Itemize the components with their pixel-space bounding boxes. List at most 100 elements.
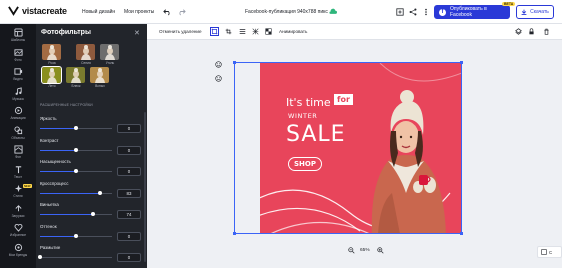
nav-item-8[interactable]: Текст [0, 165, 36, 184]
filter-preview-image [42, 67, 61, 83]
redo-icon[interactable] [177, 7, 186, 16]
favorites-icon [14, 224, 22, 232]
slider-value-input[interactable]: 0 [117, 167, 141, 176]
objects-icon [13, 125, 22, 134]
filter-label: Вспых [95, 84, 105, 88]
panel-title: Фотофильтры [41, 29, 91, 36]
my-projects-link[interactable]: Мои проекты [124, 9, 154, 15]
filter-thumbnail[interactable] [66, 67, 85, 83]
templates-icon [13, 28, 23, 37]
pages-button[interactable]: С [537, 246, 562, 258]
filter-label: Лето [48, 84, 56, 88]
resize-handle-tr[interactable] [460, 61, 463, 64]
resize-handle-bl[interactable] [233, 232, 236, 235]
filter-label: Уголь [105, 61, 115, 65]
photo-filters-panel: Фотофильтры ✕ РАСШИРЕННЫЕ НАСТРОЙКИ Роза… [36, 24, 147, 268]
download-button[interactable]: Скачать [516, 5, 554, 19]
slider-value-input[interactable]: 74 [117, 210, 141, 219]
slider-track[interactable] [40, 212, 112, 216]
nav-label: Фото [14, 57, 22, 62]
slider-knob[interactable] [91, 212, 96, 216]
background-icon [13, 145, 23, 154]
slider-value-input[interactable]: 0 [117, 145, 141, 155]
slider-knob[interactable] [97, 190, 102, 195]
nav-item-2[interactable]: Фото [0, 48, 36, 67]
left-navigation: Шаблоны Фото Видео Музыка Анимации Объекты Фон… [0, 24, 36, 268]
animate-button[interactable]: Анимировать [279, 29, 307, 34]
nav-item-10[interactable]: Загрузки [0, 204, 36, 223]
slider-track[interactable] [40, 126, 112, 130]
slider-track[interactable] [40, 233, 112, 238]
brand-name: vistacreate [22, 5, 67, 16]
resize-handle-tl[interactable] [233, 61, 236, 64]
resize-icon[interactable] [396, 8, 404, 16]
remove-background-button[interactable]: Отменить удаление [159, 29, 202, 34]
slider-knob[interactable] [74, 147, 78, 152]
nav-item-6[interactable]: Объекты [0, 125, 36, 145]
slider-track[interactable] [40, 147, 112, 152]
slider-fill [40, 171, 76, 172]
nav-item-12[interactable]: Мои бренды [0, 243, 36, 262]
slider-track[interactable] [40, 190, 112, 195]
cloud-saved-icon [329, 8, 337, 14]
slider-track[interactable] [40, 169, 112, 173]
uploads-icon [14, 204, 22, 211]
nav-item-4[interactable]: Музыка [0, 86, 36, 106]
slider-value-input[interactable]: 0 [117, 231, 141, 241]
slider-fill [40, 214, 94, 215]
facebook-icon: f [439, 8, 446, 16]
nav-item-3[interactable]: Видео [0, 67, 36, 86]
new-design-link[interactable]: Новый дизайн [82, 9, 115, 15]
filter-preview-image [66, 67, 85, 83]
resize-handle-br[interactable] [460, 232, 463, 235]
emoji-reaction-icon[interactable] [215, 61, 222, 68]
slider-value-input[interactable]: 0 [117, 124, 141, 133]
new-badge: NEW [23, 184, 32, 188]
filter-thumbnail[interactable] [41, 66, 62, 84]
pages-icon [541, 249, 547, 255]
nav-item-7[interactable]: Фон [0, 145, 36, 164]
filter-thumbnail[interactable] [42, 44, 61, 60]
close-icon[interactable]: ✕ [134, 29, 140, 37]
nav-item-9[interactable]: Стили NEW [0, 184, 36, 203]
filter-thumbnail[interactable] [76, 44, 95, 60]
filter-thumbnail[interactable] [90, 67, 109, 83]
slider-knob[interactable] [74, 233, 78, 238]
effects-icon[interactable] [252, 28, 259, 35]
emoji-add-icon[interactable] [215, 75, 222, 82]
video-icon [13, 68, 22, 75]
nav-item-5[interactable]: Анимации [0, 106, 36, 125]
logo[interactable]: vistacreate [8, 5, 67, 16]
publish-facebook-button[interactable]: f Опубликовать в Facebook [434, 5, 510, 19]
nav-item-1[interactable]: Шаблоны [0, 28, 36, 47]
animation-icon [14, 106, 22, 115]
delete-icon[interactable] [543, 28, 550, 35]
more-icon[interactable] [422, 8, 430, 16]
slider-knob[interactable] [38, 255, 42, 259]
slider-fill [40, 192, 100, 194]
crop-icon[interactable] [225, 28, 232, 35]
selection-frame[interactable] [234, 62, 462, 234]
crop-select-icon[interactable] [210, 27, 219, 36]
undo-icon[interactable] [163, 7, 172, 16]
nav-item-11[interactable]: Избранное [0, 223, 36, 242]
filters-icon[interactable] [239, 28, 246, 35]
lock-icon[interactable] [528, 28, 535, 35]
slider-value-input[interactable]: 83 [117, 188, 141, 198]
slider-track[interactable] [38, 255, 112, 259]
slider-knob[interactable] [74, 126, 78, 130]
document-title[interactable]: Facebook-публикация 940х788 пикс [245, 9, 328, 15]
layers-icon[interactable] [515, 28, 522, 35]
zoom-in-icon[interactable] [377, 247, 384, 254]
slider-knob[interactable] [74, 169, 78, 173]
panel-scrollbar[interactable] [144, 112, 146, 262]
slider-label: Оттенок [40, 223, 57, 229]
nav-label: Фон [15, 155, 21, 159]
share-icon[interactable] [409, 8, 417, 16]
slider-value-input[interactable]: 0 [117, 253, 141, 262]
zoom-out-icon[interactable] [348, 247, 355, 254]
filter-thumbnail[interactable] [100, 44, 119, 60]
transparency-icon[interactable] [265, 28, 272, 35]
zoom-level: 65% [360, 248, 370, 253]
pages-label: С [549, 249, 553, 255]
